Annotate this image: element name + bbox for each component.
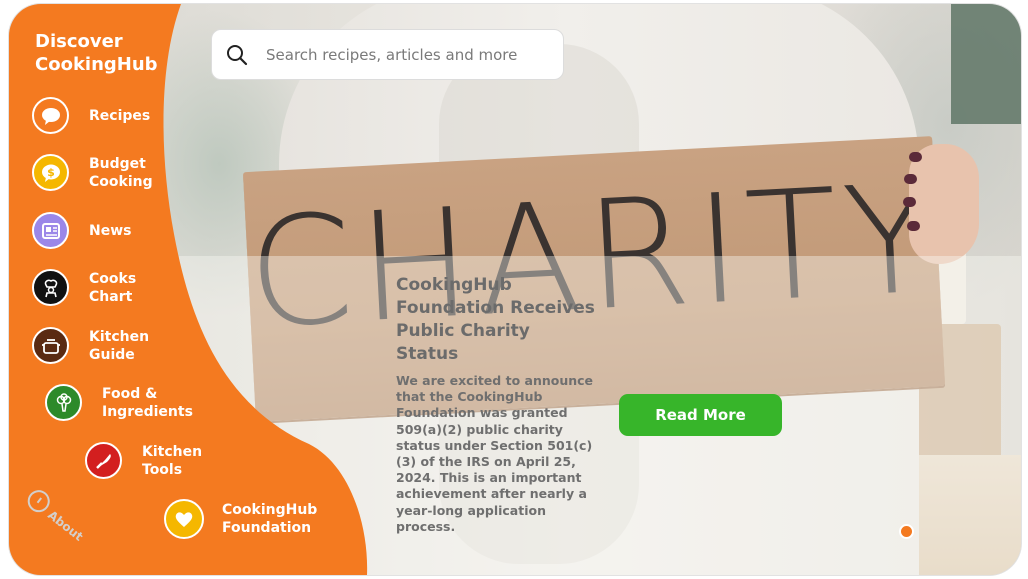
sidebar-item-label: Kitchen Tools <box>142 443 203 478</box>
sidebar-item-recipes[interactable]: Recipes <box>32 97 199 134</box>
sidebar-item-kitchen-guide[interactable]: Kitchen Guide <box>32 327 159 364</box>
sidebar-item-label: Food & Ingredients <box>102 385 193 420</box>
newspaper-icon <box>32 212 69 249</box>
sidebar-item-cookinghub-foundation[interactable]: CookingHub Foundation <box>164 499 332 539</box>
search-input[interactable] <box>264 44 548 65</box>
sidebar-item-news[interactable]: News <box>32 212 199 249</box>
search-bar[interactable] <box>211 29 564 80</box>
knife-icon <box>85 442 122 479</box>
sidebar-item-label: CookingHub Foundation <box>222 502 318 536</box>
sidebar-item-food-ingredients[interactable]: Food & Ingredients <box>45 384 202 421</box>
sidebar-item-budget-cooking[interactable]: $ Budget Cooking <box>32 154 169 191</box>
chat-bubbles-icon <box>32 97 69 134</box>
carousel-dot-active[interactable] <box>899 524 914 539</box>
broccoli-icon <box>45 384 82 421</box>
sidebar-item-label: Recipes <box>89 107 151 124</box>
heart-icon <box>164 499 204 539</box>
app-frame: CHARITY Discover CookingHub Recipes $ Bu… <box>9 4 1021 575</box>
sidebar-item-cooks-chart[interactable]: Cooks Chart <box>32 269 149 306</box>
sidebar-item-label: News <box>89 222 132 239</box>
sidebar-item-label: Kitchen Guide <box>89 328 150 363</box>
chef-icon <box>32 269 69 306</box>
svg-text:$: $ <box>47 166 55 179</box>
pot-icon <box>32 327 69 364</box>
sidebar-item-label: Cooks Chart <box>89 270 137 305</box>
sidebar-title: Discover CookingHub <box>35 31 158 75</box>
sidebar-item-kitchen-tools[interactable]: Kitchen Tools <box>85 442 212 479</box>
article-body: We are excited to announce that the Cook… <box>396 373 594 534</box>
sidebar-item-label: Budget Cooking <box>89 155 153 190</box>
article-title: CookingHub Foundation Receives Public Ch… <box>396 275 595 364</box>
search-icon <box>227 44 248 65</box>
dollar-bubble-icon: $ <box>32 154 69 191</box>
read-more-button[interactable]: Read More <box>619 394 782 436</box>
